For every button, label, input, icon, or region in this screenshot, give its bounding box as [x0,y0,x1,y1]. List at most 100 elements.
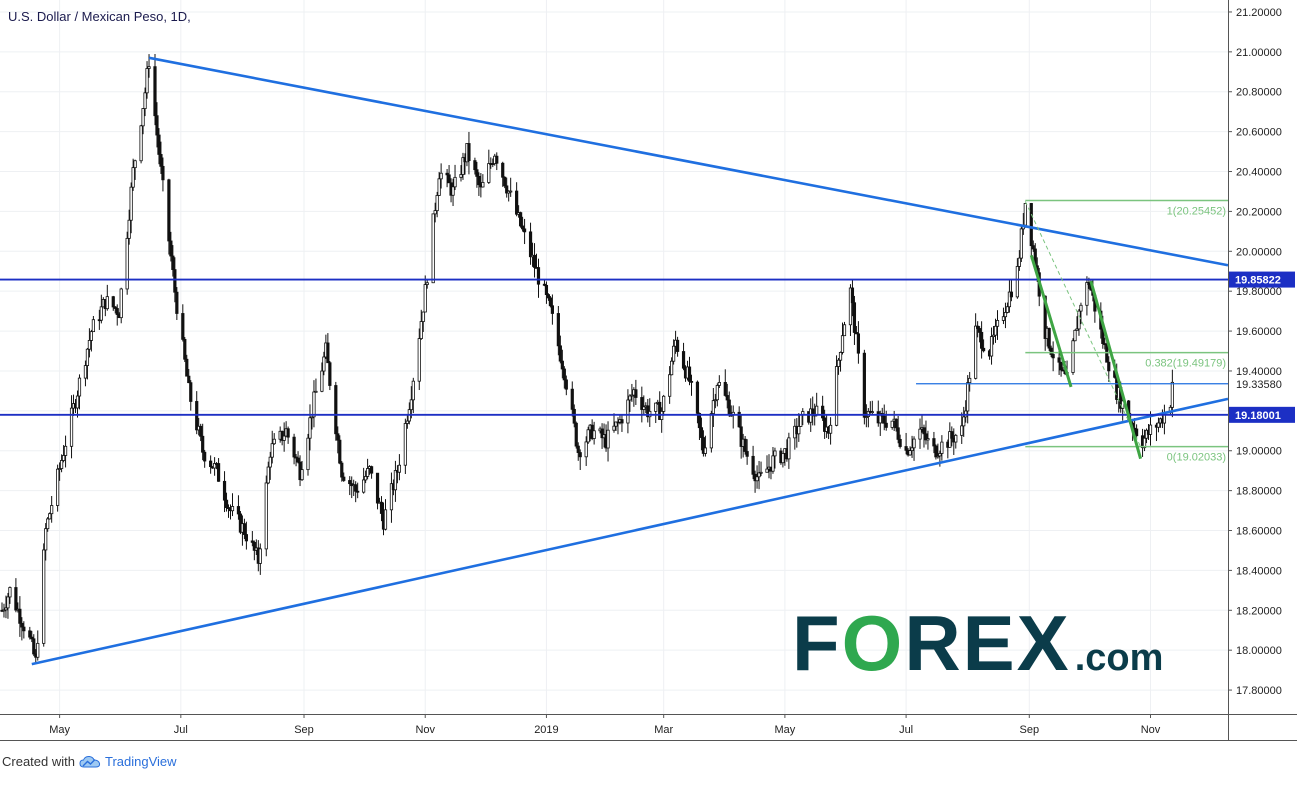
candle-body [185,358,189,377]
candle-body [954,434,958,443]
candle-body [340,462,344,478]
candle-body [258,548,262,564]
candle-body [922,427,926,435]
candle-body [46,518,50,530]
candle-body [145,68,149,94]
time-tick-label: May [49,724,70,736]
candle-body [815,405,819,416]
candle-body [606,429,610,449]
candle-body [771,455,775,472]
candle-body [519,212,523,227]
fib-level-label: 1(20.25452) [1167,206,1226,218]
time-tick-label: May [774,724,795,736]
candle-body [56,468,60,506]
upper-trendline [148,56,1229,267]
candle-body [362,479,366,493]
candle-body [1019,228,1023,259]
annotation-tag-label: 19.33580 [1236,379,1282,391]
candle-body [918,428,922,440]
candle-body [139,125,143,162]
time-tick-label: Jul [899,724,913,736]
candle-body [576,445,580,453]
created-with-text: Created with [2,754,75,769]
candle-body [366,468,370,477]
candle-layer [0,53,1174,663]
candle-body [167,179,171,242]
candle-body [1009,291,1014,298]
candle-body [572,408,576,424]
candle-body [1017,257,1021,267]
candle-body [592,430,596,439]
candle-body [157,134,161,155]
tradingview-link[interactable]: TradingView [105,754,177,769]
price-tick-label: 18.20000 [1236,605,1282,617]
time-tick-label: Nov [1141,724,1161,736]
candle-body [584,441,588,458]
candle-body [183,338,187,360]
candle-body [556,313,560,347]
candle-body [59,460,64,469]
candle-body [268,456,272,468]
candle-body [203,451,207,462]
price-tick-label: 18.60000 [1236,526,1282,538]
candle-body [1059,361,1063,371]
candle-body [336,433,340,441]
candle-body [169,240,173,257]
candle-body [300,469,304,481]
candle-body [1003,312,1008,318]
candle-body [115,308,119,315]
candle-body [773,450,777,457]
price-tick-label: 20.00000 [1236,246,1282,258]
candle-body [681,351,686,369]
candle-body [787,437,791,460]
candle-body [296,457,300,463]
candle-body [467,143,471,162]
candle-body [723,382,727,396]
candle-body [411,380,415,401]
candle-body [6,596,10,609]
wave-line [1029,254,1073,388]
candle-body [564,379,568,390]
candle-body [932,438,936,447]
candle-body [560,360,564,370]
candle-body [528,231,533,258]
candle-body [980,331,984,349]
candle-body [546,294,551,299]
candle-body [934,445,938,458]
candle-body [32,638,36,655]
candle-body [364,476,368,481]
candle-body [417,338,421,382]
candle-body [473,160,477,171]
candle-body [1051,354,1055,359]
candle-body [699,427,704,438]
candle-body [1105,344,1109,363]
candle-body [379,501,384,514]
candle-body [968,377,972,384]
price-tick-label: 20.60000 [1236,127,1282,139]
candle-body [437,178,441,196]
candle-body [453,176,457,188]
price-tick-label: 17.80000 [1236,685,1282,697]
candle-body [1057,357,1061,363]
candle-body [1015,266,1019,298]
candle-body [838,351,843,361]
candle-body [840,335,845,353]
candle-body [950,431,954,439]
candle-body [36,642,40,658]
candle-body [852,302,857,333]
candle-body [544,284,549,296]
candle-body [222,480,227,501]
candle-body [509,190,513,193]
candle-body [77,377,82,397]
candle-body [570,388,574,410]
candle-body [147,66,151,69]
candle-body [451,186,455,196]
candle-body [338,439,342,464]
candle-body [836,359,841,367]
candle-body [421,311,425,322]
candle-body [725,395,729,401]
wave-line [1089,280,1143,460]
candle-body [266,466,270,484]
candle-body [668,374,672,397]
candle-body [662,395,666,412]
